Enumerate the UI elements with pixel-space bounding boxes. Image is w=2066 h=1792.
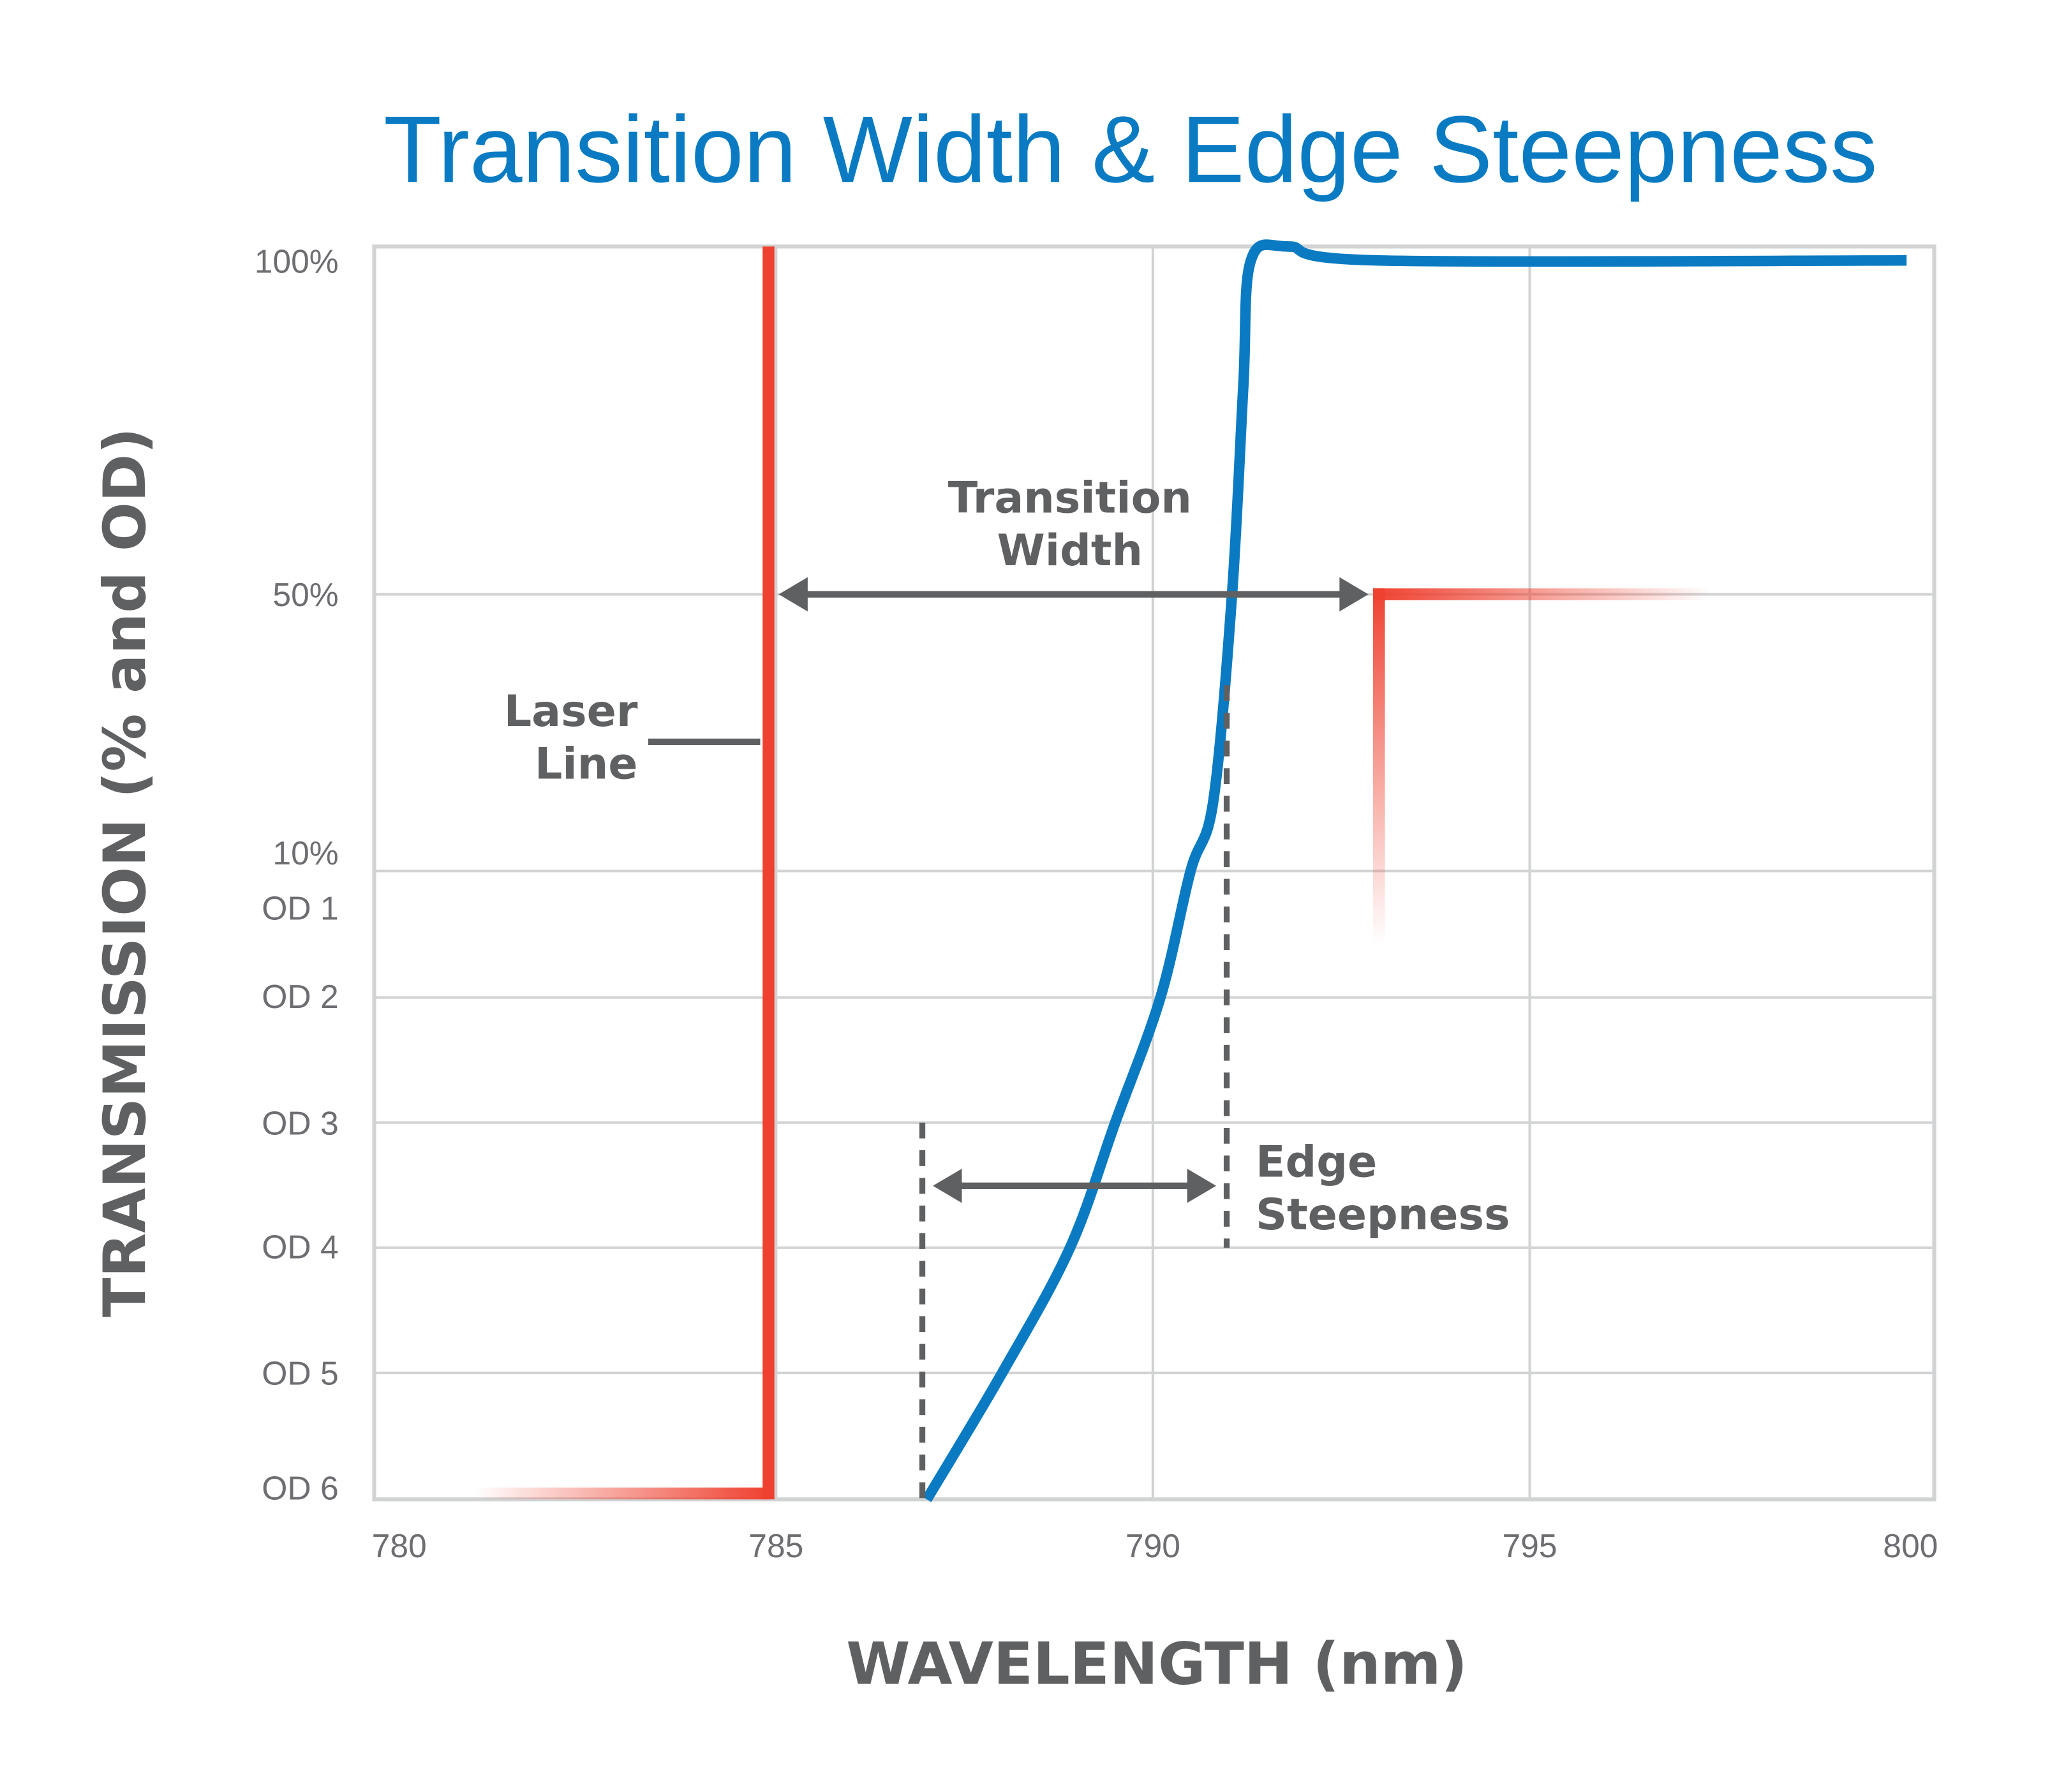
x-tick-label: 800 [1883, 1527, 1938, 1564]
reference-step-vertical [1372, 588, 1385, 944]
transition-width-label: Width [997, 526, 1143, 576]
y-tick-label: 50% [272, 576, 338, 613]
grid [374, 246, 1935, 1500]
arrow-left-icon [778, 577, 808, 612]
y-tick-label: OD 3 [262, 1104, 338, 1141]
x-axis-label: WAVELENGTH (nm) [846, 1631, 1468, 1698]
y-tick-label: OD 1 [262, 890, 338, 927]
arrow-left-icon [933, 1168, 962, 1203]
y-tick-label: OD 2 [262, 978, 338, 1015]
x-tick-label: 780 [372, 1527, 427, 1564]
x-tick-labels: 780 785 790 795 800 [372, 1527, 1938, 1564]
y-tick-label: 100% [255, 243, 339, 280]
y-axis-label: TRANSMISSION (% and OD) [92, 427, 159, 1317]
y-tick-label: OD 6 [262, 1469, 338, 1506]
x-tick-label: 795 [1502, 1527, 1557, 1564]
edge-steepness-label: Edge [1256, 1137, 1377, 1187]
arrow-right-icon [1339, 577, 1369, 612]
chart: Transition Width & Edge Steepness 100% 50… [92, 96, 1938, 1698]
x-tick-label: 790 [1126, 1527, 1180, 1564]
laser-line-label: Line [535, 739, 637, 790]
transition-width-label: Transition [948, 473, 1192, 524]
annotations-layer: LaserLine TransitionWidth EdgeSteepness [504, 473, 1510, 1500]
chart-title: Transition Width & Edge Steepness [383, 96, 1877, 202]
y-tick-labels: 100% 50% 10% OD 1 OD 2 OD 3 OD 4 OD 5 OD 6 [255, 243, 339, 1507]
laser-line-baseline [474, 1487, 769, 1500]
y-tick-label: 10% [272, 834, 338, 871]
y-tick-label: OD 4 [262, 1228, 338, 1265]
x-tick-label: 785 [748, 1527, 803, 1564]
arrow-right-icon [1187, 1168, 1217, 1203]
laser-line-label: Laser [504, 686, 638, 737]
edge-steepness-label: Steepness [1256, 1190, 1510, 1240]
y-tick-label: OD 5 [262, 1355, 338, 1392]
reference-step-horizontal [1372, 588, 1713, 600]
